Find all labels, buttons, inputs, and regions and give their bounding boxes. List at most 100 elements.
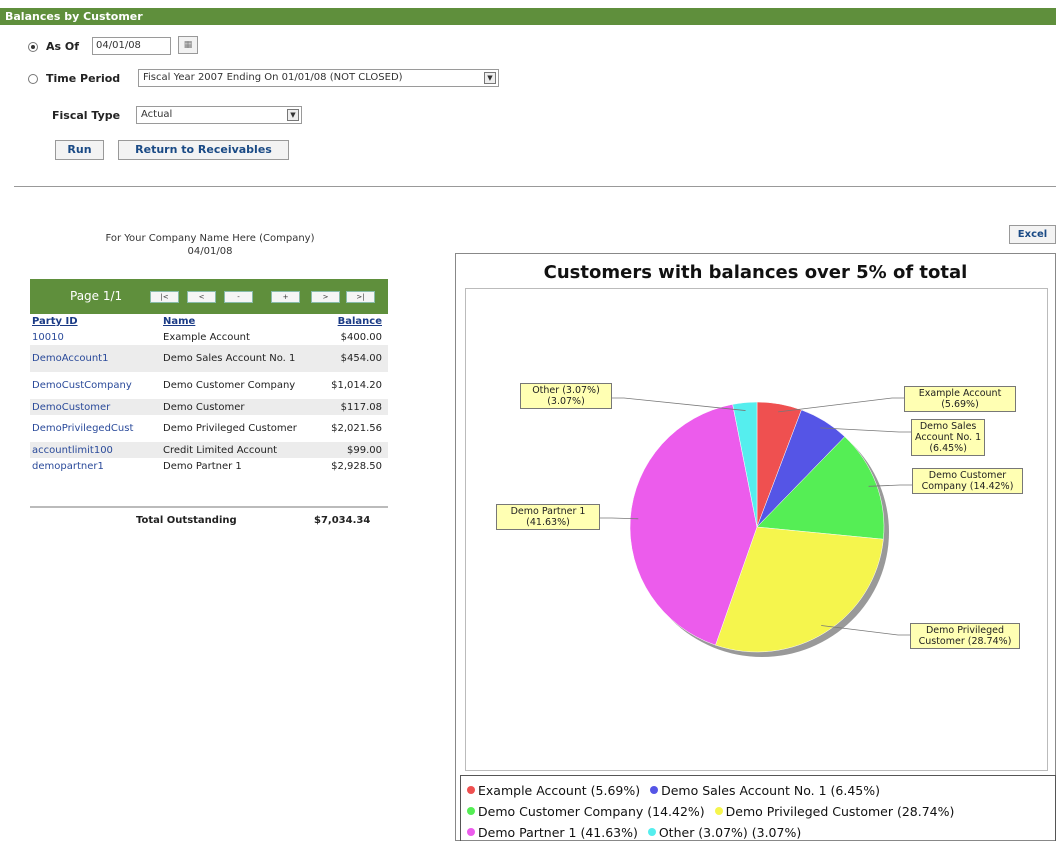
balance-value: $1,014.20 xyxy=(331,380,382,391)
total-value: $7,034.34 xyxy=(314,515,371,526)
time-period-label: Time Period xyxy=(46,72,121,85)
chart-title: Customers with balances over 5% of total xyxy=(543,262,968,283)
balances-table-panel: Page 1/1 |< < - + > >| Party ID Name Bal… xyxy=(30,279,388,474)
callout-text: Demo Privileged xyxy=(925,625,1004,636)
balance-value: $454.00 xyxy=(320,345,388,372)
column-header-name[interactable]: Name xyxy=(161,314,320,329)
slice-callout: Demo Privileged Customer (28.74%) xyxy=(910,623,1020,649)
time-period-radio[interactable] xyxy=(28,74,38,84)
balance-value: $117.08 xyxy=(320,399,388,415)
excel-export-button[interactable]: Excel xyxy=(1009,225,1056,244)
slice-callout: Other (3.07%) (3.07%) xyxy=(520,383,612,409)
legend-label: Demo Sales Account No. 1 (6.45%) xyxy=(661,783,881,798)
total-divider xyxy=(30,506,388,508)
next-page-button[interactable]: > xyxy=(311,291,340,303)
prev-page-button[interactable]: < xyxy=(187,291,216,303)
callout-text: (41.63%) xyxy=(526,517,570,528)
report-date: 04/01/08 xyxy=(187,246,233,257)
expand-button[interactable]: + xyxy=(271,291,300,303)
table-row: accountlimit100 Credit Limited Account $… xyxy=(30,442,388,458)
window-title: Balances by Customer xyxy=(0,8,1056,25)
table-row: DemoAccount1 Demo Sales Account No. 1 $4… xyxy=(30,345,388,372)
as-of-radio[interactable] xyxy=(28,42,38,52)
table-row: DemoCustCompany Demo Customer Company $1… xyxy=(30,372,388,399)
customer-name: Credit Limited Account xyxy=(161,442,320,458)
legend-item: Other (3.07%) (3.07%) xyxy=(647,825,802,840)
legend-item: Demo Partner 1 (41.63%) xyxy=(467,825,638,840)
legend-label: Other (3.07%) (3.07%) xyxy=(658,825,802,840)
party-id-link[interactable]: accountlimit100 xyxy=(30,442,161,458)
total-label: Total Outstanding xyxy=(136,515,237,526)
legend-swatch xyxy=(647,828,656,836)
return-to-receivables-button[interactable]: Return to Receivables xyxy=(118,140,289,160)
party-id-link[interactable]: DemoAccount1 xyxy=(30,345,161,372)
customer-name: Demo Partner 1 xyxy=(163,460,242,472)
callout-text: (5.69%) xyxy=(941,399,979,410)
slice-callout: Demo Customer Company (14.42%) xyxy=(912,468,1023,494)
party-id-link[interactable]: DemoCustomer xyxy=(30,399,161,415)
callout-text: (3.07%) xyxy=(547,396,585,407)
table-row: demopartner1 Demo Partner 1 $2,928.50 xyxy=(30,458,388,474)
legend-swatch xyxy=(714,807,723,815)
legend-item: Demo Sales Account No. 1 (6.45%) xyxy=(650,783,880,798)
fiscal-type-value: Actual xyxy=(141,109,173,120)
callout-text: Demo Sales xyxy=(919,421,977,432)
callout-text: (6.45%) xyxy=(929,443,967,454)
column-header-balance[interactable]: Balance xyxy=(320,314,388,329)
fiscal-type-select[interactable]: Actual ▼ xyxy=(136,106,302,124)
table-row: DemoCustomer Demo Customer $117.08 xyxy=(30,399,388,415)
legend-swatch xyxy=(467,786,475,794)
callout-text: Other (3.07%) xyxy=(532,385,600,396)
party-id-link[interactable]: DemoCustCompany xyxy=(30,372,161,399)
company-name: For Your Company Name Here (Company) xyxy=(105,233,315,244)
callout-text: Demo Partner 1 xyxy=(510,506,586,517)
callout-text: Customer (28.74%) xyxy=(918,636,1012,647)
legend-swatch xyxy=(467,828,475,836)
as-of-date-input[interactable]: 04/01/08 xyxy=(92,37,171,55)
customer-name: Demo Customer xyxy=(161,399,320,415)
callout-text: Demo Customer xyxy=(928,470,1007,481)
collapse-button[interactable]: - xyxy=(224,291,253,303)
chevron-down-icon: ▼ xyxy=(484,72,496,84)
customer-name: Demo Privileged Customer xyxy=(163,423,297,434)
divider xyxy=(14,186,1056,187)
legend-label: Demo Privileged Customer (28.74%) xyxy=(725,804,955,819)
legend-label: Demo Partner 1 (41.63%) xyxy=(478,825,638,840)
balance-value: $2,928.50 xyxy=(331,460,382,472)
run-button[interactable]: Run xyxy=(55,140,104,160)
report-header: For Your Company Name Here (Company) 04/… xyxy=(40,232,380,258)
balance-value: $400.00 xyxy=(340,331,382,343)
legend-swatch xyxy=(467,807,475,815)
party-id-link[interactable]: 10010 xyxy=(30,329,161,345)
chevron-down-icon: ▼ xyxy=(287,109,299,121)
slice-callout: Demo Sales Account No. 1 (6.45%) xyxy=(911,419,986,456)
last-page-button[interactable]: >| xyxy=(346,291,375,303)
customer-name: Demo Sales Account No. 1 xyxy=(161,345,320,372)
calendar-icon[interactable]: ▦ xyxy=(178,36,198,54)
party-id-link[interactable]: demopartner1 xyxy=(30,458,161,474)
balance-value: $2,021.56 xyxy=(331,423,382,434)
legend-item: Example Account (5.69%) xyxy=(467,783,640,798)
column-header-party-id[interactable]: Party ID xyxy=(30,314,161,329)
time-period-select[interactable]: Fiscal Year 2007 Ending On 01/01/08 (NOT… xyxy=(138,69,499,87)
callout-text: Company (14.42%) xyxy=(921,481,1014,492)
as-of-label: As Of xyxy=(46,40,80,53)
fiscal-type-label: Fiscal Type xyxy=(52,109,121,122)
party-id-link[interactable]: DemoPrivilegedCust xyxy=(30,415,161,442)
table-row: 10010 Example Account $400.00 xyxy=(30,329,388,345)
legend-swatch xyxy=(650,786,659,794)
slice-callout: Demo Partner 1 (41.63%) xyxy=(496,504,600,530)
callout-text: Account No. 1 xyxy=(915,432,982,443)
legend-item: Demo Privileged Customer (28.74%) xyxy=(714,804,955,819)
legend-item: Demo Customer Company (14.42%) xyxy=(467,804,705,819)
balances-table: Party ID Name Balance 10010 Example Acco… xyxy=(30,314,388,474)
balance-value: $99.00 xyxy=(320,442,388,458)
legend-label: Demo Customer Company (14.42%) xyxy=(478,804,705,819)
pager: Page 1/1 |< < - + > >| xyxy=(30,279,388,314)
page-indicator: Page 1/1 xyxy=(70,289,123,303)
chart-legend: Example Account (5.69%) Demo Sales Accou… xyxy=(460,775,1056,841)
callout-text: Example Account xyxy=(918,388,1002,399)
legend-label: Example Account (5.69%) xyxy=(478,783,641,798)
first-page-button[interactable]: |< xyxy=(150,291,179,303)
table-row: DemoPrivilegedCust Demo Privileged Custo… xyxy=(30,415,388,442)
